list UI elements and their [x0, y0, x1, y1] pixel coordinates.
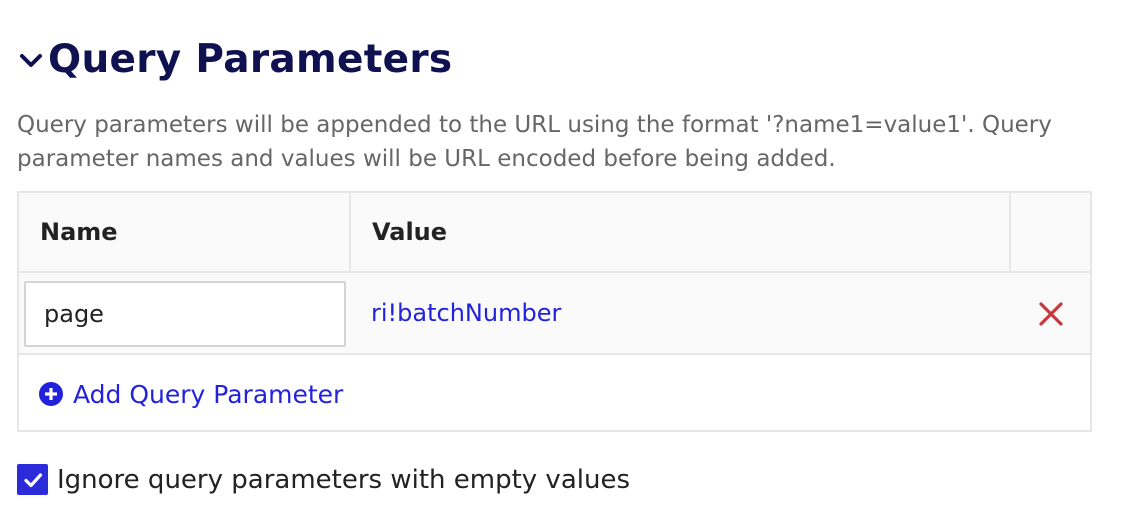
ignore-empty-values-label[interactable]: Ignore query parameters with empty value… — [57, 465, 630, 495]
chevron-down-icon[interactable] — [16, 45, 46, 75]
ignore-empty-values-checkbox[interactable] — [17, 464, 48, 495]
check-icon — [23, 472, 42, 487]
section-description: Query parameters will be appended to the… — [17, 112, 1052, 172]
value-column-header: Value — [372, 218, 448, 246]
name-column-header: Name — [40, 218, 118, 246]
query-parameters-table: Name Value page ri!batchNumber Add Query… — [17, 191, 1092, 432]
ignore-empty-values-option: Ignore query parameters with empty value… — [17, 464, 630, 495]
table-header-row: Name Value — [19, 193, 1090, 273]
close-icon[interactable] — [1037, 300, 1065, 328]
add-query-parameter-label: Add Query Parameter — [73, 379, 344, 409]
add-query-parameter-button[interactable]: Add Query Parameter — [39, 356, 343, 432]
table-row: page ri!batchNumber — [19, 273, 1090, 355]
plus-circle-icon — [39, 382, 63, 406]
section-title: Query Parameters — [48, 37, 453, 82]
parameter-value-link[interactable]: ri!batchNumber — [352, 273, 561, 353]
parameter-name-input[interactable]: page — [24, 281, 346, 347]
section-header[interactable]: Query Parameters — [16, 30, 452, 90]
